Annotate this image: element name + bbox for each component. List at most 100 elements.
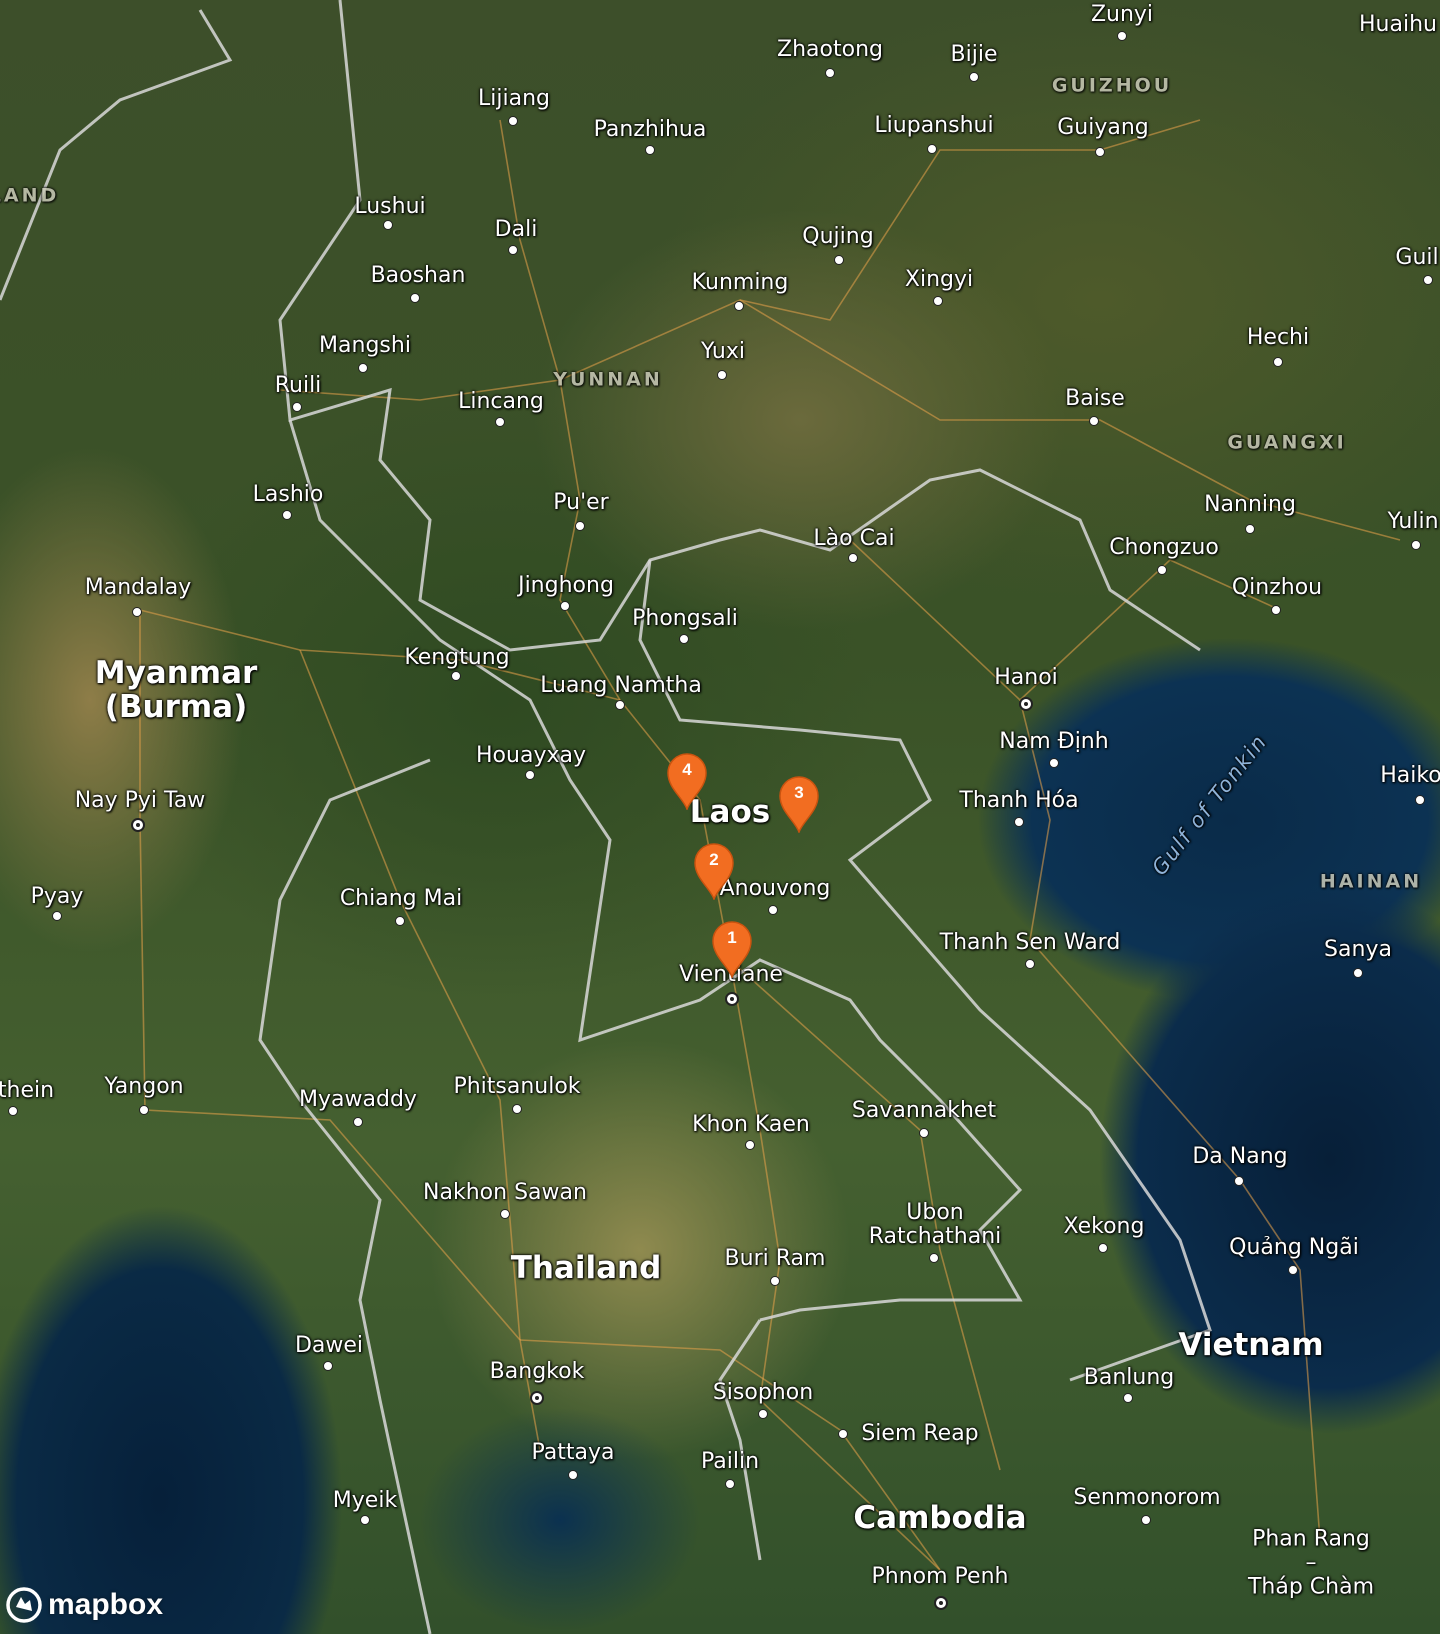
region-label-guizhou: GUIZHOU bbox=[1051, 74, 1173, 97]
city-label-chiang-mai: Chiang Mai bbox=[339, 885, 463, 911]
city-dot-nam-dinh bbox=[1049, 758, 1059, 768]
city-dot-dawei bbox=[323, 1361, 333, 1371]
city-label-pailin: Pailin bbox=[700, 1448, 760, 1474]
map-marker-4[interactable]: 4 bbox=[665, 752, 709, 810]
capital-marker-phnom-penh bbox=[934, 1596, 948, 1610]
city-label-liupanshui: Liupanshui bbox=[874, 112, 994, 138]
city-label-mangshi: Mangshi bbox=[319, 332, 411, 358]
city-label-yuxi: Yuxi bbox=[701, 338, 745, 364]
city-label-zunyi: Zunyi bbox=[1090, 1, 1154, 27]
city-label-phan-rang: Phan Rang – Tháp Chàm bbox=[1247, 1526, 1375, 1601]
country-label-myanmar: Myanmar (Burma) bbox=[94, 654, 258, 725]
map-marker-2[interactable]: 2 bbox=[692, 842, 736, 900]
city-dot-quang-ngai bbox=[1288, 1265, 1298, 1275]
city-dot-guiyang bbox=[1095, 147, 1105, 157]
city-label-phongsali: Phongsali bbox=[632, 605, 738, 631]
map-marker-label: 4 bbox=[682, 760, 692, 779]
map-marker-3[interactable]: 3 bbox=[777, 775, 821, 833]
map-marker-1[interactable]: 1 bbox=[710, 920, 754, 978]
city-label-baise: Baise bbox=[1065, 385, 1125, 411]
city-label-banlung: Banlung bbox=[1083, 1364, 1175, 1390]
city-dot-lijiang bbox=[508, 116, 518, 126]
city-label-pathein: thein bbox=[0, 1077, 55, 1103]
city-dot-qinzhou bbox=[1271, 605, 1281, 615]
city-label-phitsanulok: Phitsanulok bbox=[453, 1073, 581, 1099]
city-label-nanning: Nanning bbox=[1204, 491, 1296, 517]
country-label-vietnam: Vietnam bbox=[1178, 1326, 1324, 1363]
city-label-savannakhet: Savannakhet bbox=[851, 1097, 997, 1123]
city-label-hanoi: Hanoi bbox=[994, 664, 1058, 690]
city-dot-senmonorom bbox=[1141, 1515, 1151, 1525]
country-label-thailand: Thailand bbox=[510, 1249, 662, 1286]
city-label-yangon: Yangon bbox=[104, 1073, 184, 1099]
city-label-ubon-ratchathani: Ubon Ratchathani bbox=[868, 1199, 1002, 1249]
city-label-baoshan: Baoshan bbox=[370, 262, 466, 288]
city-dot-savannakhet bbox=[919, 1128, 929, 1138]
city-label-bijie: Bijie bbox=[950, 41, 998, 67]
city-dot-ruili bbox=[292, 402, 302, 412]
map-canvas[interactable]: GUIZHOU YUNNAN GUANGXI HAINAN LAND Gulf … bbox=[0, 0, 1440, 1634]
city-label-buri-ram: Buri Ram bbox=[724, 1245, 826, 1271]
city-label-panzhihua: Panzhihua bbox=[593, 116, 707, 142]
city-dot-khon-kaen bbox=[745, 1140, 755, 1150]
city-dot-lushui bbox=[383, 220, 393, 230]
city-label-mandalay: Mandalay bbox=[84, 574, 192, 600]
city-label-chongzuo: Chongzuo bbox=[1109, 534, 1219, 560]
city-label-kunming: Kunming bbox=[691, 269, 789, 295]
city-label-jinghong: Jinghong bbox=[518, 572, 614, 598]
city-dot-bijie bbox=[969, 72, 979, 82]
city-label-huaihua: Huaihu bbox=[1359, 11, 1437, 37]
city-dot-zhaotong bbox=[825, 68, 835, 78]
city-dot-lincang bbox=[495, 417, 505, 427]
city-dot-pattaya bbox=[568, 1470, 578, 1480]
city-label-anouvong: Anouvong bbox=[719, 875, 831, 901]
city-label-bangkok: Bangkok bbox=[489, 1358, 585, 1384]
mapbox-logo[interactable]: mapbox bbox=[6, 1587, 163, 1623]
city-dot-kunming bbox=[734, 301, 744, 311]
city-label-lashio: Lashio bbox=[252, 481, 324, 507]
city-dot-anouvong bbox=[768, 905, 778, 915]
city-label-siem-reap: Siem Reap bbox=[861, 1420, 979, 1446]
city-label-guilin: Guil bbox=[1395, 244, 1439, 270]
city-label-nam-dinh: Nam Định bbox=[999, 728, 1109, 754]
city-dot-qujing bbox=[834, 255, 844, 265]
city-dot-zunyi bbox=[1117, 31, 1127, 41]
city-label-nay-pyi-taw: Nay Pyi Taw bbox=[74, 787, 206, 813]
city-dot-lashio bbox=[282, 510, 292, 520]
city-dot-da-nang bbox=[1234, 1176, 1244, 1186]
city-label-myawaddy: Myawaddy bbox=[299, 1086, 417, 1112]
country-label-cambodia: Cambodia bbox=[853, 1499, 1027, 1536]
city-label-quang-ngai: Quảng Ngãi bbox=[1229, 1234, 1359, 1260]
city-label-qujing: Qujing bbox=[802, 223, 874, 249]
city-label-lao-cai: Lào Cai bbox=[813, 525, 895, 551]
map-marker-label: 1 bbox=[727, 928, 737, 947]
city-dot-mandalay bbox=[132, 607, 142, 617]
city-dot-kengtung bbox=[451, 671, 461, 681]
city-label-ruili: Ruili bbox=[274, 372, 322, 398]
city-dot-chongzuo bbox=[1157, 565, 1167, 575]
city-label-hechi: Hechi bbox=[1246, 324, 1310, 350]
city-label-houayxay: Houayxay bbox=[476, 742, 586, 768]
city-label-thanh-hoa: Thanh Hóa bbox=[959, 787, 1079, 813]
city-label-dawei: Dawei bbox=[294, 1332, 364, 1358]
city-label-yulin: Yulin bbox=[1387, 508, 1439, 534]
map-marker-label: 2 bbox=[709, 850, 719, 869]
city-label-da-nang: Da Nang bbox=[1192, 1143, 1288, 1169]
city-label-xingyi: Xingyi bbox=[904, 266, 974, 292]
mapbox-logo-icon bbox=[6, 1587, 42, 1623]
city-dot-dali bbox=[508, 245, 518, 255]
city-dot-guilin bbox=[1423, 275, 1433, 285]
city-dot-puer bbox=[575, 521, 585, 531]
city-label-pyay: Pyay bbox=[30, 883, 84, 909]
city-label-lushui: Lushui bbox=[354, 193, 426, 219]
city-label-haikou: Haiko bbox=[1380, 762, 1440, 788]
city-dot-thanh-sen-ward bbox=[1025, 959, 1035, 969]
city-label-sanya: Sanya bbox=[1324, 936, 1392, 962]
city-dot-yuxi bbox=[717, 370, 727, 380]
city-label-kengtung: Kengtung bbox=[404, 644, 510, 670]
city-dot-thanh-hoa bbox=[1014, 817, 1024, 827]
city-label-lincang: Lincang bbox=[458, 388, 544, 414]
city-dot-buri-ram bbox=[770, 1276, 780, 1286]
city-dot-pathein bbox=[8, 1106, 18, 1116]
city-label-phnom-penh: Phnom Penh bbox=[871, 1563, 1009, 1589]
